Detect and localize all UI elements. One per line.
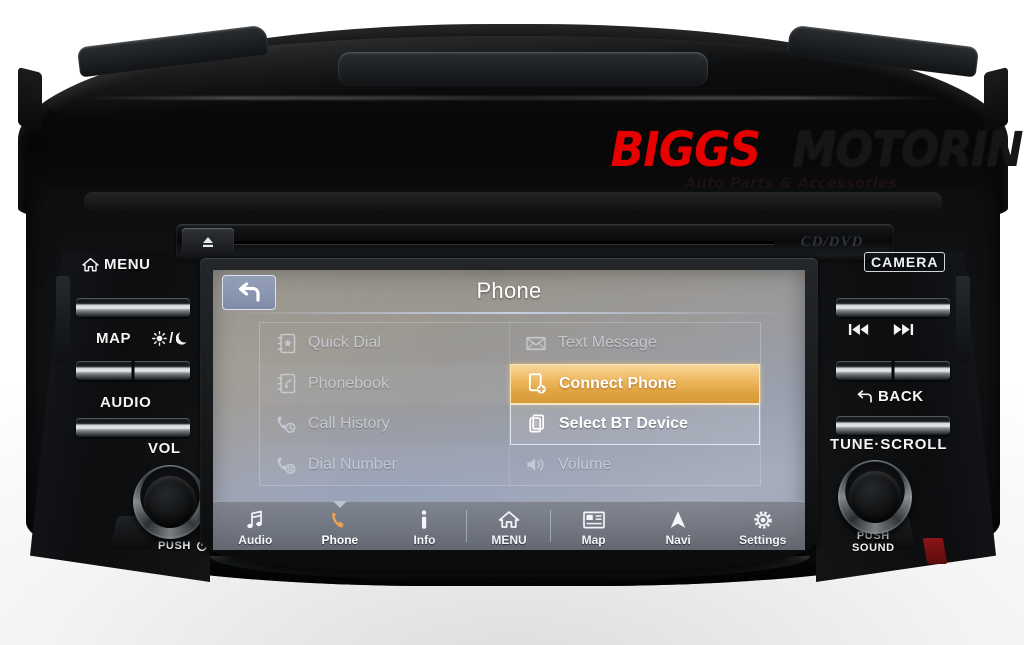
bt-device-icon xyxy=(527,413,547,435)
tune-sound-text: SOUND xyxy=(852,542,895,554)
vol-knob-label: VOL xyxy=(148,440,181,457)
hood-ear-right xyxy=(984,67,1008,131)
menu-item-label: Volume xyxy=(558,455,612,473)
menu-button-text: MENU xyxy=(104,256,151,273)
hood-ear-left xyxy=(18,67,42,131)
menu-item-label: Text Message xyxy=(558,334,657,352)
map-button-label: MAP / xyxy=(96,330,189,347)
back-button-text: BACK xyxy=(878,388,924,405)
map-brightness-hard-button[interactable] xyxy=(76,361,190,380)
menu-item-text-message[interactable]: Text Message xyxy=(510,323,760,364)
tab-label: Info xyxy=(413,532,436,547)
phonebook-icon xyxy=(276,373,296,395)
vol-push-text: PUSH xyxy=(158,540,191,552)
menu-item-label: Quick Dial xyxy=(308,334,381,352)
envelope-icon xyxy=(526,332,546,354)
menu-item-label: Select BT Device xyxy=(559,415,688,433)
camera-button-label[interactable]: CAMERA xyxy=(864,252,946,272)
brightness-day-night-icon: / xyxy=(152,330,189,347)
tab-label: Settings xyxy=(739,532,787,547)
menu-item-label: Dial Number xyxy=(308,455,397,473)
screen-title: Phone xyxy=(476,278,542,303)
tab-settings[interactable]: Settings xyxy=(720,502,805,550)
prev-track-icon xyxy=(848,324,869,335)
tab-audio[interactable]: Audio xyxy=(213,502,298,550)
screen-header: Phone xyxy=(213,270,805,312)
hood-highlight-edge xyxy=(67,96,959,100)
tab-navi[interactable]: Navi xyxy=(636,502,721,550)
tune-scroll-label: TUNE·SCROLL xyxy=(830,436,948,453)
tab-label: Audio xyxy=(238,532,273,547)
info-icon xyxy=(419,509,429,531)
tab-map[interactable]: Map xyxy=(551,502,636,550)
side-clip-right xyxy=(956,276,970,362)
audio-button-label: AUDIO xyxy=(100,394,151,411)
menu-item-call-history[interactable]: Call History xyxy=(260,404,510,445)
menu-button-label: MENU xyxy=(82,256,151,273)
hood-clip-center xyxy=(338,52,708,86)
faceplate-gloss xyxy=(84,192,942,212)
tab-label: MENU xyxy=(491,532,527,547)
menu-item-volume[interactable]: Volume xyxy=(510,445,760,486)
quick-dial-icon xyxy=(276,332,296,354)
connect-phone-icon xyxy=(527,373,547,395)
menu-item-label: Call History xyxy=(308,415,390,433)
side-clip-left xyxy=(56,276,70,362)
gear-icon xyxy=(753,509,773,531)
speaker-icon xyxy=(526,454,546,476)
menu-item-select-bt-device[interactable]: Select BT Device xyxy=(510,404,760,445)
phone-menu-grid: Quick Dial Text Message Phonebook Connec… xyxy=(259,322,761,486)
menu-item-dial-number[interactable]: Dial Number xyxy=(260,444,510,485)
map-card-icon xyxy=(582,509,605,531)
tab-label: Navi xyxy=(665,532,691,547)
nav-arrow-icon xyxy=(669,509,687,531)
volume-knob[interactable] xyxy=(133,465,207,539)
tab-label: Map xyxy=(581,532,606,547)
display-screen[interactable]: Phone Quick Dial Text Message Phonebook … xyxy=(213,270,805,550)
track-buttons-label xyxy=(848,323,914,336)
tab-menu[interactable]: MENU xyxy=(467,502,552,550)
menu-item-connect-phone[interactable]: Connect Phone xyxy=(510,363,760,404)
back-arrow-icon xyxy=(857,389,872,403)
dial-number-icon xyxy=(276,454,296,476)
hood-clip-left xyxy=(76,24,270,78)
cd-slot: CD/DVD xyxy=(176,224,894,260)
back-hard-button[interactable] xyxy=(836,416,950,435)
menu-hard-button[interactable] xyxy=(76,298,190,317)
next-track-icon xyxy=(893,324,914,335)
music-note-icon xyxy=(246,509,264,531)
cd-slot-opening xyxy=(216,241,774,244)
camera-hard-button[interactable] xyxy=(836,298,950,317)
tab-info[interactable]: Info xyxy=(382,502,467,550)
home-icon xyxy=(82,257,99,272)
audio-hard-button[interactable] xyxy=(76,418,190,437)
home-icon xyxy=(498,509,520,531)
map-button-text: MAP xyxy=(96,330,132,347)
active-tab-indicator xyxy=(332,501,347,508)
back-button-label: BACK xyxy=(856,388,924,405)
menu-item-phonebook[interactable]: Phonebook xyxy=(260,363,510,404)
screenshot-stage: BIGGS MOTORING Auto Parts & Accessories xyxy=(0,0,1024,645)
header-divider xyxy=(227,312,791,314)
menu-item-label: Phonebook xyxy=(308,374,389,392)
menu-item-quick-dial[interactable]: Quick Dial xyxy=(260,323,510,364)
handset-icon xyxy=(330,509,350,531)
hood-clip-right xyxy=(786,24,980,78)
track-hard-button[interactable] xyxy=(836,361,950,380)
menu-item-label: Connect Phone xyxy=(559,374,677,392)
eject-icon xyxy=(203,237,213,247)
audio-button-text: AUDIO xyxy=(100,394,152,411)
tune-scroll-knob[interactable] xyxy=(838,460,912,534)
tab-label: Phone xyxy=(321,532,359,547)
vol-knob-text: VOL xyxy=(148,440,181,457)
call-history-icon xyxy=(276,413,296,435)
screen-tabbar: Audio Phone Info MENU Map Navi Settings xyxy=(213,501,805,550)
tab-phone[interactable]: Phone xyxy=(298,501,383,550)
eject-button[interactable] xyxy=(182,228,234,256)
display-bezel: Phone Quick Dial Text Message Phonebook … xyxy=(200,258,818,570)
